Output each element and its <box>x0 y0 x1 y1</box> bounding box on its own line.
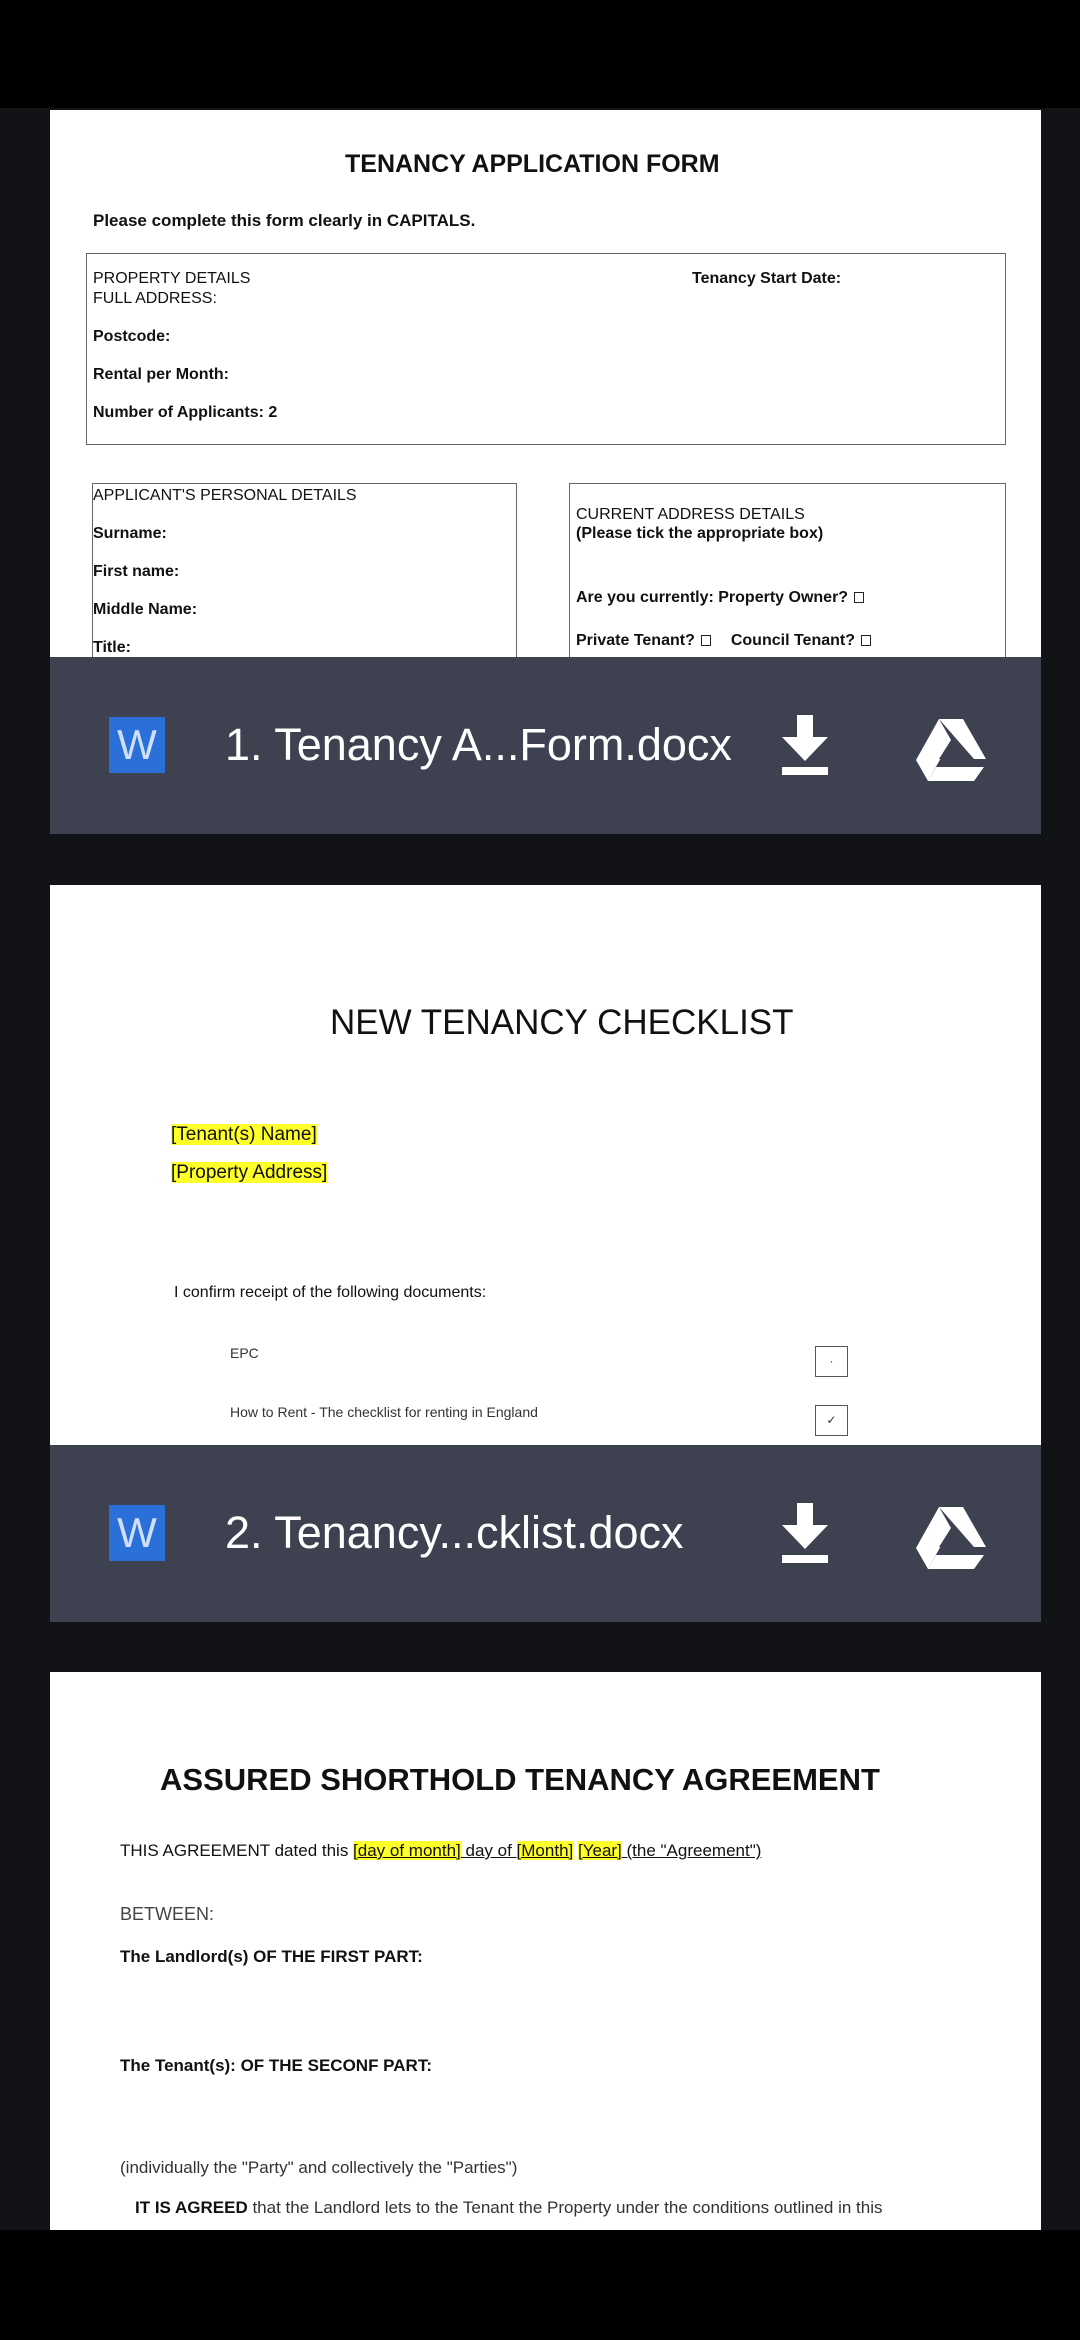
first-name-label: First name: <box>93 563 180 580</box>
property-address-label: FULL ADDRESS: <box>93 290 217 307</box>
checklist-checkbox: ✓ <box>815 1405 848 1436</box>
checkbox-icon <box>854 592 865 604</box>
attachment-bar-2[interactable]: W 2. Tenancy...cklist.docx <box>50 1445 1041 1622</box>
doc-instruction: Please complete this form clearly in CAP… <box>93 211 476 230</box>
rental-label: Rental per Month: <box>93 366 229 383</box>
checklist-checkbox: · <box>815 1346 848 1377</box>
navigation-bar <box>0 2230 1080 2340</box>
middle-name-label: Middle Name: <box>93 601 198 618</box>
parties-definition: (individually the "Party" and collective… <box>120 2158 518 2177</box>
property-address-placeholder: [Property Address] <box>171 1162 328 1183</box>
checklist-item-how-to-rent: How to Rent - The checklist for renting … <box>230 1404 538 1420</box>
postcode-label: Postcode: <box>93 328 171 345</box>
agreement-dated-line: THIS AGREEMENT dated this [day of month]… <box>120 1841 762 1860</box>
tenant-type-question: Private Tenant? Council Tenant? <box>576 632 871 650</box>
attachment-filename[interactable]: 2. Tenancy...cklist.docx <box>225 1501 684 1565</box>
between-label: BETWEEN: <box>120 1904 215 1924</box>
current-address-subheading: (Please tick the appropriate box) <box>576 525 824 542</box>
landlord-label: The Landlord(s) OF THE FIRST PART: <box>120 1947 423 1966</box>
doc-title: NEW TENANCY CHECKLIST <box>330 1003 794 1042</box>
google-drive-icon[interactable] <box>916 1507 986 1569</box>
attachment-preview-3[interactable]: ASSURED SHORTHOLD TENANCY AGREEMENT THIS… <box>50 1672 1041 2230</box>
title-label: Title: <box>93 639 131 656</box>
attachment-preview-2[interactable]: NEW TENANCY CHECKLIST [Tenant(s) Name] [… <box>50 885 1041 1445</box>
attachment-bar-1[interactable]: W 1. Tenancy A...Form.docx <box>50 657 1041 834</box>
property-owner-question: Are you currently: Property Owner? <box>576 589 865 607</box>
current-address-heading: CURRENT ADDRESS DETAILS <box>576 506 805 523</box>
attachment-filename[interactable]: 1. Tenancy A...Form.docx <box>225 713 732 777</box>
download-icon[interactable] <box>780 715 830 777</box>
tenancy-start-date-label: Tenancy Start Date: <box>692 270 842 287</box>
word-file-icon: W <box>109 1505 165 1561</box>
doc-title: ASSURED SHORTHOLD TENANCY AGREEMENT <box>160 1762 880 1797</box>
tenant-name-placeholder: [Tenant(s) Name] <box>171 1124 317 1145</box>
surname-label: Surname: <box>93 525 167 542</box>
confirm-receipt-text: I confirm receipt of the following docum… <box>174 1284 487 1301</box>
tenant-label: The Tenant(s): OF THE SECONF PART: <box>120 2056 432 2075</box>
status-bar <box>0 0 1080 108</box>
checkbox-icon <box>700 635 711 647</box>
google-drive-icon[interactable] <box>916 719 986 781</box>
doc-title: TENANCY APPLICATION FORM <box>345 150 720 178</box>
word-file-icon: W <box>109 717 165 773</box>
checkbox-icon <box>860 635 871 647</box>
applicants-label: Number of Applicants: 2 <box>93 404 278 421</box>
download-icon[interactable] <box>780 1503 830 1565</box>
checklist-item-epc: EPC <box>230 1345 259 1361</box>
agreed-clause: IT IS AGREED that the Landlord lets to t… <box>135 2198 883 2217</box>
attachment-preview-1[interactable]: TENANCY APPLICATION FORM Please complete… <box>50 110 1041 657</box>
personal-heading: APPLICANT'S PERSONAL DETAILS <box>93 487 357 504</box>
property-heading: PROPERTY DETAILS <box>93 270 251 287</box>
